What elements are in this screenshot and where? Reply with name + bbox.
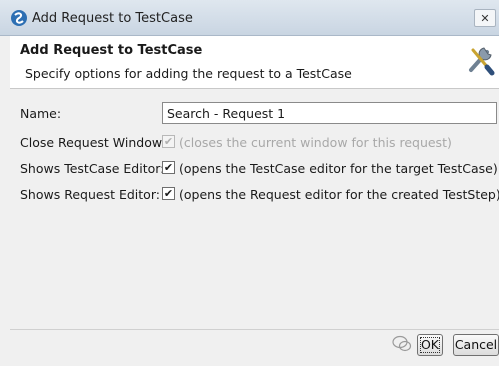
header-title: Add Request to TestCase [20, 43, 203, 58]
cancel-button[interactable]: Cancel [453, 334, 499, 356]
close-request-window-checkbox[interactable]: ✔ [162, 135, 175, 148]
shows-testcase-editor-checkbox[interactable]: ✔ [162, 161, 175, 174]
wrench-screwdriver-icon [469, 47, 495, 76]
window-title: Add Request to TestCase [32, 11, 193, 26]
close-request-window-description: (closes the current window for this requ… [179, 135, 452, 150]
name-label: Name: [20, 106, 62, 121]
dialog-header: Add Request to TestCase Specify options … [10, 36, 499, 89]
close-request-window-label: Close Request Window: [20, 135, 166, 150]
footer-divider [10, 329, 499, 330]
wechat-watermark-icon [392, 335, 412, 352]
shows-request-editor-label: Shows Request Editor: [20, 187, 160, 202]
close-button[interactable]: ✕ [474, 9, 496, 27]
title-bar: Add Request to TestCase ✕ [0, 0, 499, 36]
shows-testcase-editor-label: Shows TestCase Editor: [20, 161, 165, 176]
ok-button[interactable]: OK [417, 334, 443, 356]
shows-testcase-editor-description: (opens the TestCase editor for the targe… [179, 161, 498, 176]
header-description: Specify options for adding the request t… [25, 66, 352, 81]
options-form: Name: Close Request Window: ✔ (closes th… [10, 89, 499, 329]
shows-request-editor-description: (opens the Request editor for the create… [179, 187, 499, 202]
soapui-logo-icon [11, 10, 27, 26]
name-input[interactable] [162, 102, 497, 124]
shows-request-editor-checkbox[interactable]: ✔ [162, 187, 175, 200]
